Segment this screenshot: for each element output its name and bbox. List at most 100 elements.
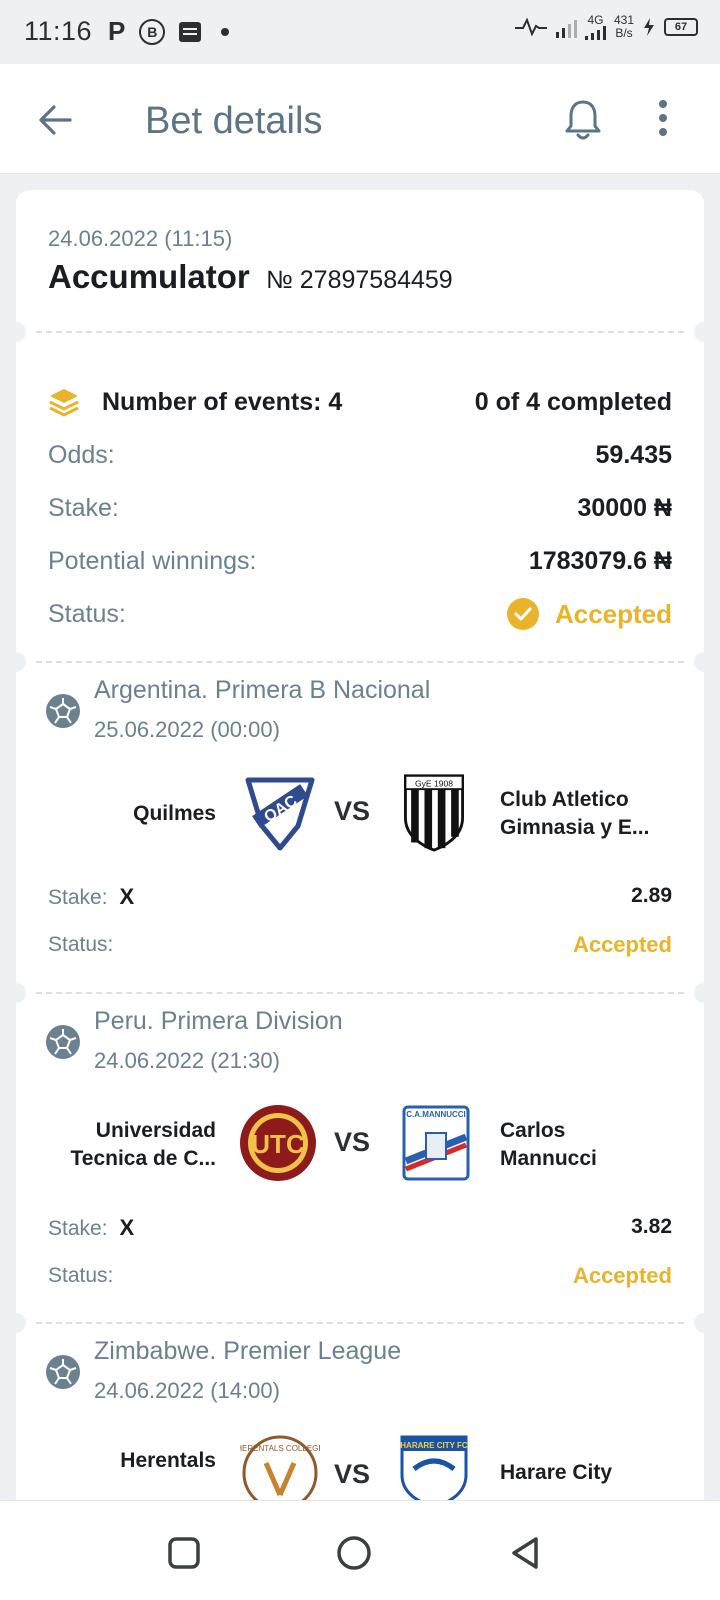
home-team-name: Herentals — [120, 1447, 216, 1475]
stake-label: Stake: — [48, 493, 119, 522]
event-stake-label: Stake: — [48, 886, 108, 909]
away-team-line1: Harare City — [500, 1461, 613, 1484]
league-name: Argentina. Primera B Nacional — [94, 676, 431, 704]
herentals-logo: HERENTALS COLLEGE — [240, 1435, 320, 1510]
stake-row: Stake: 30000 ₦ — [48, 488, 672, 528]
home-button[interactable] — [334, 1533, 374, 1573]
home-logo-text: HERENTALS COLLEGE — [240, 1444, 320, 1453]
soccer-ball-icon — [46, 1025, 80, 1059]
events-summary-row: Number of events: 4 0 of 4 completed — [48, 382, 672, 422]
event-date: 24.06.2022 (14:00) — [94, 1378, 280, 1403]
home-team-name: Quilmes — [133, 800, 216, 828]
soccer-ball-icon — [46, 694, 80, 728]
events-count: Number of events: 4 — [102, 387, 343, 416]
league-name: Zimbabwe. Premier League — [94, 1337, 402, 1365]
home-team-name: Universidad Tecnica de C... — [71, 1117, 217, 1173]
event-date: 25.06.2022 (00:00) — [94, 717, 280, 742]
divider — [36, 331, 684, 333]
away-team-name: Club Atletico Gimnasia y E... — [500, 786, 649, 842]
away-team-line1: Carlos — [500, 1119, 566, 1142]
utc-logo: UTC — [240, 1105, 316, 1181]
winnings-label: Potential winnings: — [48, 546, 257, 575]
away-logo-text: GyE 1908 — [415, 778, 453, 788]
bet-type: Accumulator — [48, 258, 250, 295]
ticket-notch — [694, 322, 704, 342]
event-status: Accepted — [572, 1263, 672, 1288]
league-name: Peru. Primera Division — [94, 1007, 343, 1035]
status-label: Status: — [48, 599, 126, 628]
stake-value: 30000 ₦ — [577, 493, 672, 522]
event-pick: X — [119, 884, 135, 909]
home-team-line1: Herentals — [120, 1449, 216, 1472]
status-row: Status: Accepted — [48, 594, 672, 634]
network-type-label: 4G — [587, 13, 604, 27]
check-circle-icon — [506, 598, 539, 630]
away-team-name: Carlos Mannucci — [500, 1117, 597, 1173]
event-odds: 2.89 — [631, 884, 672, 907]
arrow-left-icon — [39, 105, 72, 135]
away-logo-text: HARARE CITY FC — [400, 1441, 468, 1450]
home-team-line1: Quilmes — [133, 802, 216, 825]
vs-label: VS — [334, 796, 371, 826]
system-back-button[interactable] — [506, 1533, 546, 1573]
signal-4g-icon: 4G — [584, 13, 606, 40]
status-text: Accepted — [554, 598, 672, 629]
recent-apps-button[interactable] — [164, 1533, 204, 1573]
activity-icon — [514, 17, 547, 37]
away-team-line1: Club Atletico — [500, 788, 629, 811]
odds-label: Odds: — [48, 440, 115, 469]
event-item[interactable]: Argentina. Primera B Nacional 25.06.2022… — [16, 662, 704, 992]
layers-icon — [49, 389, 79, 417]
status-value: Accepted — [506, 598, 672, 630]
parking-notification-icon: P — [108, 16, 126, 46]
bet-card: 24.06.2022 (11:15) Accumulator № 2789758… — [16, 190, 704, 1510]
soccer-ball-icon — [46, 1355, 80, 1389]
clock: 11:16 — [24, 16, 93, 46]
event-status-label: Status: — [48, 1264, 114, 1287]
system-navigation-bar — [0, 1500, 720, 1600]
event-item[interactable]: Peru. Primera Division 24.06.2022 (21:30… — [16, 993, 704, 1323]
message-notification-icon — [179, 21, 202, 42]
home-team-line2: Tecnica de C... — [70, 1147, 217, 1170]
event-stake: Stake: X — [48, 1215, 134, 1241]
more-notifications-dot-icon — [221, 27, 230, 36]
event-odds: 3.82 — [631, 1215, 672, 1238]
b-notification-icon: B — [139, 18, 166, 45]
home-logo-text: UTC — [251, 1129, 305, 1159]
triangle-back-icon — [512, 1537, 538, 1569]
vs-label: VS — [334, 1459, 371, 1489]
event-stake: Stake: X — [48, 884, 134, 910]
net-speed-unit: B/s — [615, 26, 633, 40]
more-options-button[interactable] — [648, 98, 678, 142]
bet-number: № 27897584459 — [266, 266, 453, 294]
status-bar: 11:16 P B 4G 431 B/s 67 — [0, 0, 720, 64]
event-stake-label: Stake: — [48, 1217, 108, 1240]
event-date: 24.06.2022 (21:30) — [94, 1048, 280, 1073]
away-logo-text: C.A.MANNUCCI — [406, 1110, 466, 1119]
notifications-button[interactable] — [562, 98, 604, 142]
system-icons: 4G 431 B/s 67 — [514, 14, 698, 40]
app-bar: Bet details — [0, 64, 720, 174]
mannucci-logo: C.A.MANNUCCI — [402, 1105, 470, 1181]
square-icon — [168, 1537, 200, 1569]
circle-icon — [337, 1536, 371, 1570]
event-pick: X — [119, 1215, 135, 1240]
odds-value: 59.435 — [595, 440, 672, 469]
event-status: Accepted — [572, 932, 672, 957]
harare-city-logo: HARARE CITY FC — [400, 1435, 468, 1509]
more-vertical-icon — [659, 100, 667, 136]
completed-count: 0 of 4 completed — [474, 387, 672, 416]
bell-icon — [565, 100, 601, 140]
event-item[interactable]: Zimbabwe. Premier League 24.06.2022 (14:… — [16, 1323, 704, 1510]
bet-datetime: 24.06.2022 (11:15) — [48, 226, 233, 251]
away-team-line2: Gimnasia y E... — [500, 816, 650, 839]
vs-label: VS — [334, 1127, 371, 1157]
charging-icon — [644, 18, 654, 36]
odds-row: Odds: 59.435 — [48, 435, 672, 475]
winnings-row: Potential winnings: 1783079.6 ₦ — [48, 541, 672, 581]
away-team-name: Harare City — [500, 1459, 612, 1487]
event-status-label: Status: — [48, 933, 114, 956]
away-team-line2: Mannucci — [500, 1147, 597, 1170]
battery-icon: 67 — [664, 18, 698, 36]
back-button[interactable] — [36, 100, 76, 140]
